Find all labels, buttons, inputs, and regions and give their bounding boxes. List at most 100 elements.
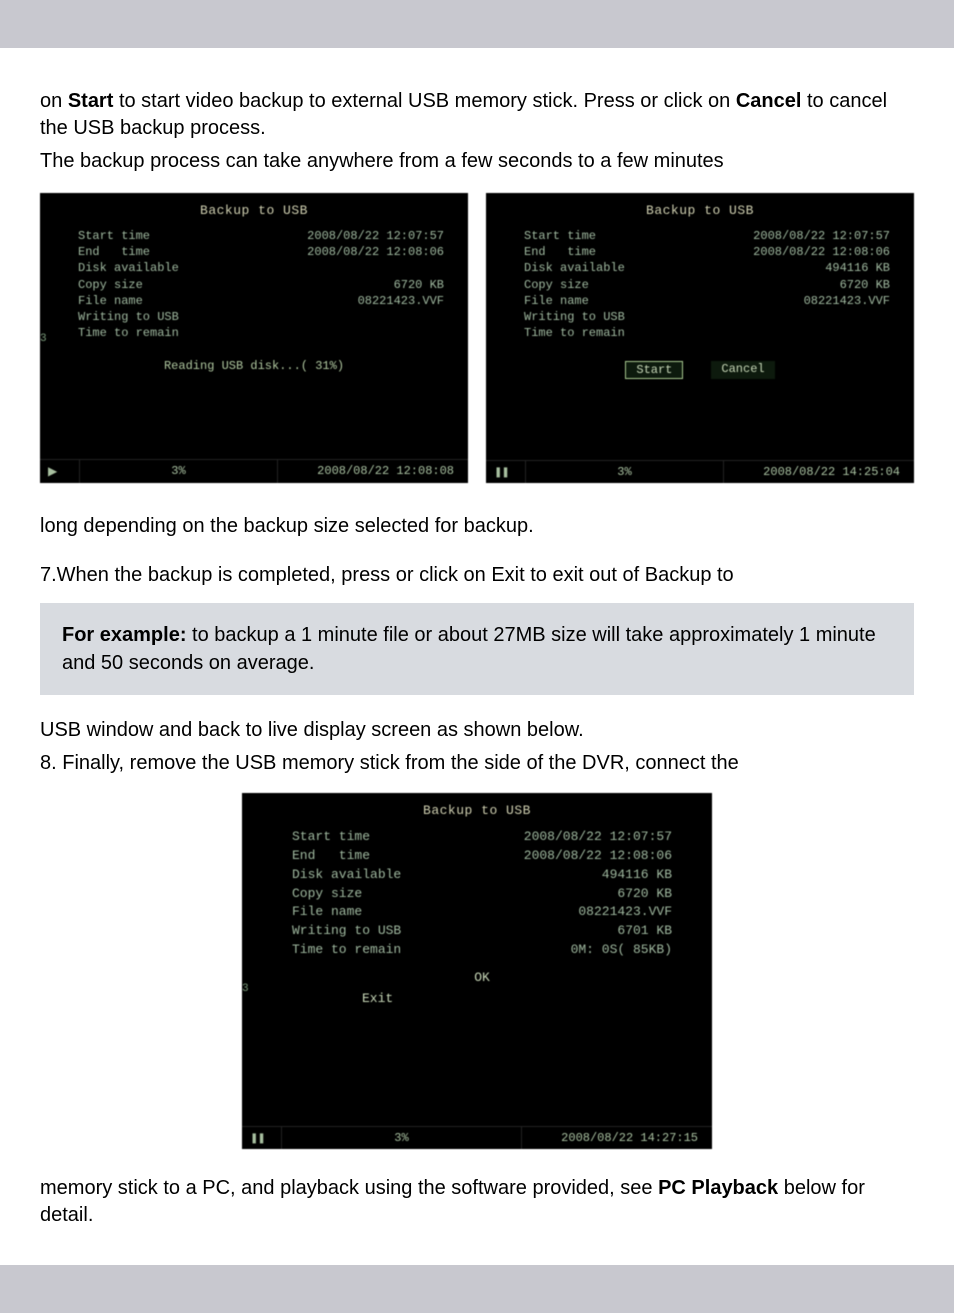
kv-row: File name 08221423.VVF [78,293,444,309]
top-margin-bar [0,0,954,48]
screenshot-start-cancel: Backup to USB Start time 2008/08/22 12:07… [486,193,914,483]
label: Writing to USB [78,309,179,325]
value: 2008/08/22 12:07:57 [524,828,672,847]
kv-row: File name 08221423.VVF [292,903,672,922]
kv-row: Copy size6720 KB [524,277,890,293]
status-bar: 3% 2008/08/22 12:08:08 [40,459,468,483]
kv-row: Disk available 494116 KB [292,866,672,885]
text: on [40,90,68,112]
kv-row: Start time 2008/08/22 12:07:57 [292,828,672,847]
status-bar: 3% 2008/08/22 14:27:15 [242,1126,712,1149]
dialog-title: Backup to USB [242,793,712,824]
value: 6701 KB [617,922,672,941]
kv-row: Time to remain [524,325,890,341]
status-timestamp: 2008/08/22 14:25:04 [724,461,914,483]
label: Disk available [524,260,625,276]
value: 08221423.VVF [358,293,444,309]
bottom-margin-bar [0,1265,954,1313]
status-percent: 3% [526,461,724,483]
pause-icon [242,1127,282,1149]
ok-label: OK [292,970,672,985]
page-content: on Start to start video backup to extern… [0,48,954,1265]
after-callout-text-a: USB window and back to live display scre… [40,717,914,744]
cancel-keyword: Cancel [736,90,802,112]
label: Copy size [524,277,589,293]
value: 494116 KB [602,866,672,885]
callout-lead: For example: [62,624,186,646]
kv-row: Disk available 494116 KB [524,260,890,276]
label: File name [524,293,589,309]
kv-row: File name 08221423.VVF [524,293,890,309]
label: Copy size [78,277,143,293]
step-8-text: 8. Finally, remove the USB memory stick … [40,750,914,777]
pc-playback-keyword: PC Playback [658,1177,778,1199]
kv-row: Writing to USB [78,309,444,325]
label: Disk available [292,866,401,885]
start-button[interactable]: Start [625,361,683,379]
dialog-title: Backup to USB [486,193,914,224]
exit-button[interactable]: Exit [292,991,672,1006]
play-icon [40,460,80,483]
outro-paragraph: memory stick to a PC, and playback using… [40,1175,914,1229]
screenshot-center-wrap: Backup to USB Start time 2008/08/22 12:07… [40,793,914,1149]
status-percent: 3% [80,460,278,483]
progress-text: Reading USB disk...( 31%) [40,359,468,373]
value: 6720 KB [394,277,444,293]
label: Start time [292,828,370,847]
label: Disk available [78,260,179,276]
edge-marker: 3 [40,333,47,345]
value: 2008/08/22 12:07:57 [307,228,444,244]
label: Start time [78,228,150,244]
value: 08221423.VVF [804,293,890,309]
text: memory stick to a PC, and playback using… [40,1177,658,1199]
screenshot-exit: Backup to USB Start time 2008/08/22 12:07… [242,793,712,1149]
dialog-buttons: Start Cancel [486,361,914,379]
value: 2008/08/22 12:07:57 [753,228,890,244]
label: Time to remain [292,941,401,960]
dialog-title: Backup to USB [40,193,468,224]
kv-row: Time to remain [78,325,444,341]
label: End time [524,244,596,260]
status-timestamp: 2008/08/22 12:08:08 [278,460,468,483]
label: End time [292,847,370,866]
start-keyword: Start [68,90,114,112]
value: 08221423.VVF [578,903,672,922]
value: 6720 KB [617,885,672,904]
value: 2008/08/22 12:08:06 [753,244,890,260]
kv-row: Start time 2008/08/22 12:07:57 [524,228,890,244]
screenshot-reading-usb: Backup to USB Start time 2008/08/22 12:07… [40,193,468,483]
intro-paragraph-2: The backup process can take anywhere fro… [40,148,914,175]
cancel-button[interactable]: Cancel [711,361,774,379]
kv-row: Writing to USB [524,309,890,325]
value: 2008/08/22 12:08:06 [307,244,444,260]
value: 0M: 0S( 85KB) [571,941,672,960]
kv-row: Time to remain 0M: 0S( 85KB) [292,941,672,960]
label: Writing to USB [524,309,625,325]
kv-row: Start time 2008/08/22 12:07:57 [78,228,444,244]
label: End time [78,244,150,260]
label: Time to remain [78,325,179,341]
text: to start video backup to external USB me… [113,90,735,112]
status-bar: 3% 2008/08/22 14:25:04 [486,460,914,483]
label: File name [292,903,362,922]
label: File name [78,293,143,309]
label: Start time [524,228,596,244]
kv-row: Disk available [78,260,444,276]
kv-row: End time 2008/08/22 12:08:06 [524,244,890,260]
dialog-body: Start time 2008/08/22 12:07:57 End time 20… [242,824,712,1006]
value: 2008/08/22 12:08:06 [524,847,672,866]
label: Time to remain [524,325,625,341]
example-callout: For example: to backup a 1 minute file o… [40,603,914,695]
dialog-body: Start time 2008/08/22 12:07:57 End time 20… [40,224,468,341]
status-percent: 3% [282,1127,522,1149]
intro-paragraph-1: on Start to start video backup to extern… [40,88,914,142]
after-shots-text: long depending on the backup size select… [40,513,914,540]
status-timestamp: 2008/08/22 14:27:15 [522,1127,712,1149]
kv-row: End time 2008/08/22 12:08:06 [78,244,444,260]
edge-marker: 3 [242,983,249,995]
pause-icon [486,461,526,483]
kv-row: Copy size 6720 KB [78,277,444,293]
kv-row: End time 2008/08/22 12:08:06 [292,847,672,866]
value: 494116 KB [825,260,890,276]
label: Copy size [292,885,362,904]
